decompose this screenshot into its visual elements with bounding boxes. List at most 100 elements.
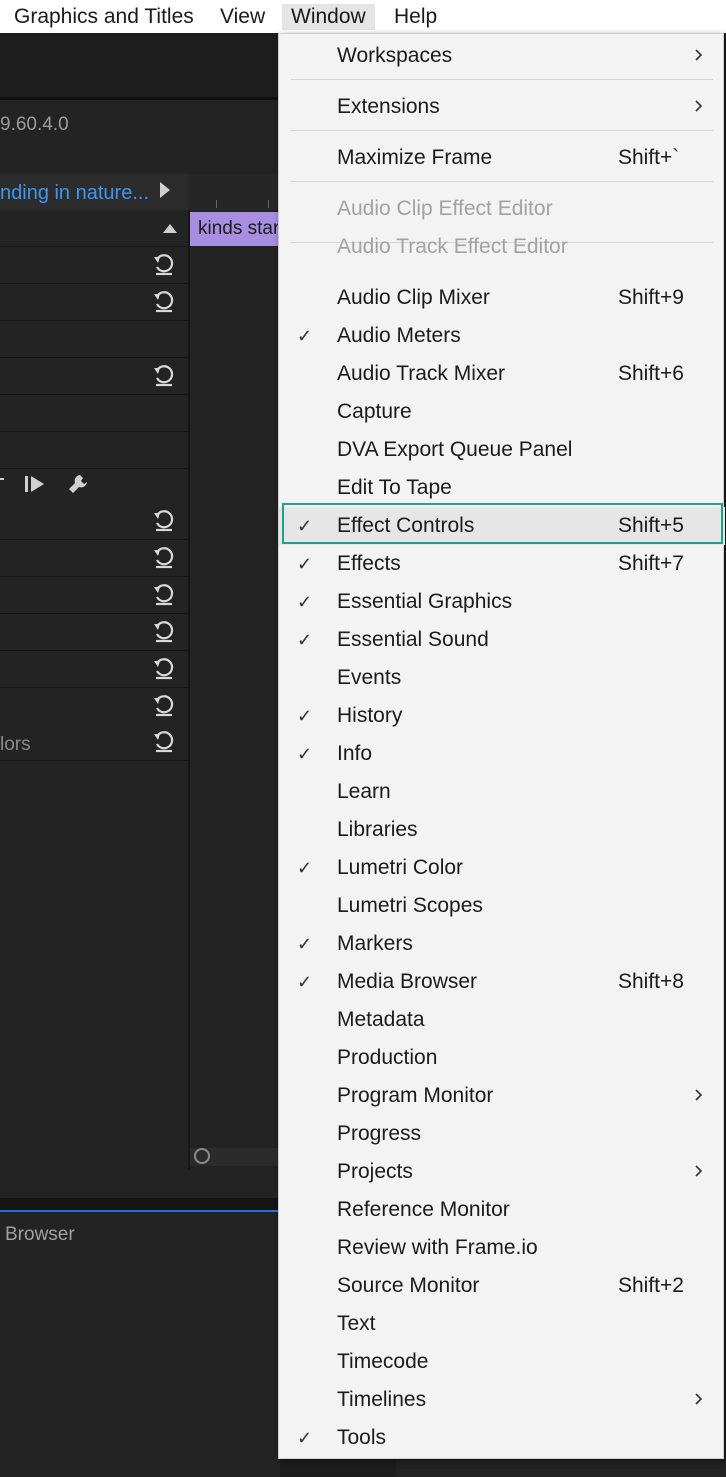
menu-graphics-and-titles[interactable]: Graphics and Titles <box>14 4 194 30</box>
menu-separator <box>291 181 713 182</box>
menu-item-libraries[interactable]: Libraries <box>279 811 725 849</box>
checkmark-icon: ✓ <box>297 858 313 878</box>
collapse-caret-icon[interactable] <box>163 224 177 233</box>
menu-item-extensions[interactable]: Extensions <box>279 88 725 126</box>
menu-item-audio-clip-mixer[interactable]: Audio Clip Mixer Shift+9 <box>279 279 725 317</box>
menu-item-production[interactable]: Production <box>279 1039 725 1077</box>
menu-item-effects[interactable]: ✓ Effects Shift+7 <box>279 545 725 583</box>
clip-title-link[interactable]: nding in nature... <box>0 182 149 205</box>
panel-toolbar <box>0 470 188 500</box>
menu-item-progress[interactable]: Progress <box>279 1115 725 1153</box>
checkmark-icon: ✓ <box>297 1428 313 1448</box>
menubar: Graphics and Titles View Window Help <box>0 0 726 33</box>
reset-icon[interactable] <box>152 509 176 533</box>
timeline-clip[interactable]: kinds star <box>190 212 280 246</box>
property-row <box>0 210 188 247</box>
step-forward-icon[interactable] <box>24 474 46 494</box>
ruler-tick <box>268 200 269 208</box>
menu-item-markers[interactable]: ✓ Markers <box>279 925 725 963</box>
menu-item-source-monitor[interactable]: Source Monitor Shift+2 <box>279 1267 725 1305</box>
menu-item-label: Essential Graphics <box>337 590 513 613</box>
menu-item-edit-to-tape[interactable]: Edit To Tape <box>279 469 725 507</box>
reset-icon[interactable] <box>152 253 176 277</box>
menu-item-audio-track-mixer[interactable]: Audio Track Mixer Shift+6 <box>279 355 725 393</box>
menu-item-capture[interactable]: Capture <box>279 393 725 431</box>
reset-icon[interactable] <box>152 730 176 754</box>
menu-item-label: Extensions <box>337 95 440 118</box>
panel-separator <box>0 1198 280 1210</box>
menu-item-metadata[interactable]: Metadata <box>279 1001 725 1039</box>
checkmark-icon: ✓ <box>297 972 313 992</box>
menu-item-label: Projects <box>337 1160 413 1183</box>
version-text: 9.60.4.0 <box>0 114 69 135</box>
property-row <box>0 432 188 469</box>
reset-icon[interactable] <box>152 290 176 314</box>
menu-item-info[interactable]: ✓ Info <box>279 735 725 773</box>
property-label: lors <box>0 734 31 755</box>
menu-item-label: Progress <box>337 1122 422 1145</box>
menu-item-label: History <box>337 704 403 727</box>
menu-item-label: Info <box>337 742 373 765</box>
menu-item-label: Source Monitor <box>337 1274 480 1297</box>
checkmark-icon: ✓ <box>297 554 313 574</box>
menu-item-text[interactable]: Text <box>279 1305 725 1343</box>
menu-item-label: Maximize Frame <box>337 146 493 169</box>
shortcut-text: Shift+8 <box>618 970 684 993</box>
play-icon[interactable] <box>160 182 170 198</box>
menu-item-audio-meters[interactable]: ✓ Audio Meters <box>279 317 725 355</box>
shortcut-text: Shift+9 <box>618 286 684 309</box>
menu-view[interactable]: View <box>220 4 265 30</box>
menu-item-workspaces[interactable]: Workspaces <box>279 37 725 75</box>
checkmark-icon: ✓ <box>297 326 313 346</box>
menu-help[interactable]: Help <box>394 4 437 30</box>
menu-item-label: Lumetri Color <box>337 856 464 879</box>
checkmark-icon: ✓ <box>297 706 313 726</box>
mini-timeline-ruler <box>188 174 280 210</box>
menu-item-label: Audio Clip Effect Editor <box>337 197 553 220</box>
ruler-tick <box>216 200 217 208</box>
submenu-arrow-icon <box>695 100 703 112</box>
menu-item-reference-monitor[interactable]: Reference Monitor <box>279 1191 725 1229</box>
menu-item-audio-clip-effect-editor: Audio Clip Effect Editor <box>279 190 725 228</box>
reset-icon[interactable] <box>152 583 176 607</box>
menu-item-label: Learn <box>337 780 391 803</box>
wrench-icon[interactable] <box>66 472 90 496</box>
reset-icon[interactable] <box>152 364 176 388</box>
reset-icon[interactable] <box>152 620 176 644</box>
submenu-arrow-icon <box>695 1165 703 1177</box>
menu-item-label: Events <box>337 666 402 689</box>
menu-item-label: Timelines <box>337 1388 427 1411</box>
reset-icon[interactable] <box>152 546 176 570</box>
menu-item-label: Edit To Tape <box>337 476 452 499</box>
property-row <box>0 577 188 614</box>
reset-icon[interactable] <box>152 657 176 681</box>
menu-item-timelines[interactable]: Timelines <box>279 1381 725 1419</box>
menu-item-dva-export-queue-panel[interactable]: DVA Export Queue Panel <box>279 431 725 469</box>
tab-media-browser[interactable]: Browser <box>5 1224 75 1246</box>
property-row <box>0 247 188 284</box>
menu-item-tools[interactable]: ✓ Tools <box>279 1419 725 1457</box>
menu-item-events[interactable]: Events <box>279 659 725 697</box>
menu-item-history[interactable]: ✓ History <box>279 697 725 735</box>
menu-item-label: Workspaces <box>337 44 453 67</box>
menu-item-timecode[interactable]: Timecode <box>279 1343 725 1381</box>
menu-item-review-with-frame-io[interactable]: Review with Frame.io <box>279 1229 725 1267</box>
submenu-arrow-icon <box>695 49 703 61</box>
menu-item-lumetri-color[interactable]: ✓ Lumetri Color <box>279 849 725 887</box>
menu-window[interactable]: Window <box>282 4 375 30</box>
menu-item-lumetri-scopes[interactable]: Lumetri Scopes <box>279 887 725 925</box>
scroll-handle[interactable] <box>194 1148 210 1164</box>
menu-item-essential-sound[interactable]: ✓ Essential Sound <box>279 621 725 659</box>
menu-item-label: Tools <box>337 1426 387 1449</box>
property-row <box>0 503 188 540</box>
property-row <box>0 284 188 321</box>
menu-item-media-browser[interactable]: ✓ Media Browser Shift+8 <box>279 963 725 1001</box>
reset-icon[interactable] <box>152 694 176 718</box>
menu-item-program-monitor[interactable]: Program Monitor <box>279 1077 725 1115</box>
menu-item-maximize-frame[interactable]: Maximize Frame Shift+` <box>279 139 725 177</box>
menu-item-projects[interactable]: Projects <box>279 1153 725 1191</box>
menu-item-essential-graphics[interactable]: ✓ Essential Graphics <box>279 583 725 621</box>
menu-item-label: Essential Sound <box>337 628 489 651</box>
menu-item-learn[interactable]: Learn <box>279 773 725 811</box>
menu-item-label: Audio Track Mixer <box>337 362 506 385</box>
